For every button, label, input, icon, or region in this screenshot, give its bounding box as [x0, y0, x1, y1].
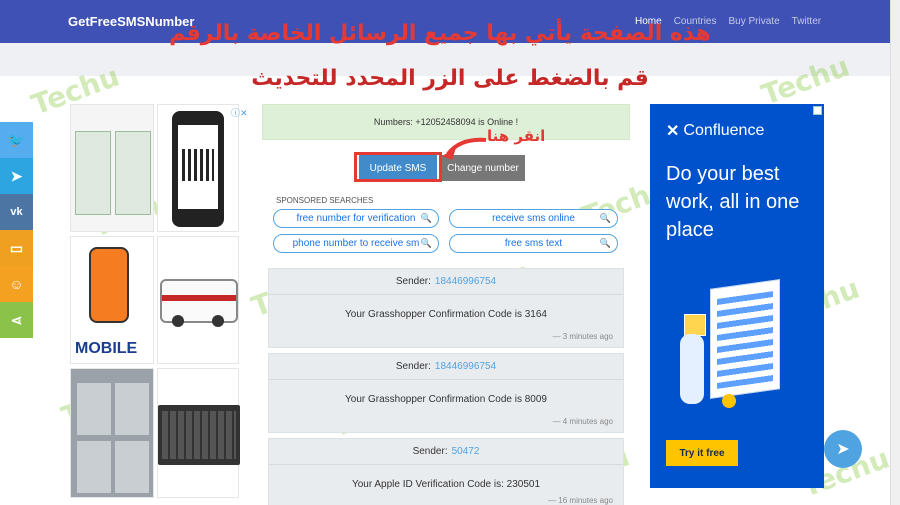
sponsored-label: SPONSORED SEARCHES [276, 196, 374, 205]
app-screenshot-image [77, 383, 111, 435]
sms-sender: Sender: 50472 [269, 439, 623, 465]
click-here-annotation: انقر هنا [487, 127, 546, 145]
sponsored-search-chip[interactable]: free number for verification 🔍 [273, 209, 439, 228]
nav-twitter[interactable]: Twitter [792, 16, 821, 27]
sms-message-card: Sender: 18446996754 Your Grasshopper Conf… [268, 353, 624, 433]
sponsored-search-chip[interactable]: receive sms online 🔍 [449, 209, 618, 228]
social-share-bar: 🐦 ➤ vk ▭ ☺ ⋖ [0, 122, 33, 338]
phone-image [172, 111, 224, 227]
scrollbar[interactable] [890, 0, 900, 505]
mobile-label: MOBILE [75, 340, 138, 357]
instruction-caption-1: هذه الصفحة يأتي بها جميع الرسائل الخاصة … [169, 21, 711, 46]
sms-text: Your Grasshopper Confirmation Code is 31… [345, 309, 547, 320]
telegram-icon: ➤ [10, 167, 23, 184]
sms-timestamp: — 4 minutes ago [552, 417, 613, 426]
image-tile[interactable]: MOBILE [70, 236, 154, 364]
search-icon: 🔍 [599, 213, 611, 223]
image-tile[interactable] [157, 368, 240, 498]
share-button[interactable]: ⋖ [0, 302, 33, 338]
sms-message-card: Sender: 50472 Your Apple ID Verification … [268, 438, 624, 505]
search-icon: 🔍 [599, 238, 611, 248]
cartoon-phone-image [89, 247, 129, 323]
image-tile[interactable] [157, 236, 239, 364]
chip-label: receive sms online [492, 213, 575, 224]
app-screenshot-image [115, 383, 149, 435]
sponsored-search-chip[interactable]: phone number to receive sm 🔍 [273, 234, 439, 253]
image-tile[interactable] [70, 368, 154, 498]
highlight-box [354, 152, 442, 182]
confluence-ad[interactable]: ✕ Confluence Do your best work, all in on… [650, 104, 824, 488]
try-it-free-button[interactable]: Try it free [666, 440, 738, 466]
image-tile[interactable] [157, 104, 239, 232]
phone-screenshot-image [115, 131, 151, 215]
sms-text: Your Apple ID Verification Code is: 2305… [351, 479, 541, 490]
sms-timestamp: — 16 minutes ago [548, 496, 613, 505]
chip-label: free number for verification [296, 213, 416, 224]
share-icon: ⋖ [10, 311, 23, 328]
chip-label: free sms text [504, 238, 563, 249]
image-tile[interactable] [70, 104, 154, 232]
ad-brand-label: Confluence [683, 122, 765, 139]
vk-icon: vk [10, 206, 23, 218]
ad-choices-icon[interactable]: ⓘ✕ [231, 106, 248, 119]
sponsored-searches: SPONSORED SEARCHES free number for verif… [268, 193, 624, 261]
arrow-icon [442, 137, 487, 160]
telegram-share-button[interactable]: ➤ [0, 158, 33, 194]
sms-timestamp: — 3 minutes ago [552, 332, 613, 341]
ad-illustration [680, 274, 800, 424]
blogger-share-button[interactable]: ▭ [0, 230, 33, 266]
vk-share-button[interactable]: vk [0, 194, 33, 230]
sender-label: Sender: [395, 361, 431, 372]
sender-number-link[interactable]: 18446996754 [435, 276, 496, 287]
camper-van-image [160, 279, 238, 327]
ad-brand: ✕ Confluence [666, 121, 764, 141]
ad-headline: Do your best work, all in one place [666, 163, 800, 241]
search-icon: 🔍 [420, 213, 432, 223]
telegram-float-button[interactable]: ➤ [824, 430, 862, 468]
instruction-caption-2: قم بالضغط على الزر المحدد للتحديث [251, 66, 649, 91]
sender-number-link[interactable]: 50472 [452, 446, 480, 457]
twitter-share-button[interactable]: 🐦 [0, 122, 33, 158]
sponsored-search-chip[interactable]: free sms text 🔍 [449, 234, 618, 253]
search-icon: 🔍 [420, 238, 432, 248]
phone-screenshot-image [75, 131, 111, 215]
chip-label: phone number to receive sm [292, 238, 420, 249]
app-screenshot-image [115, 441, 149, 493]
sms-sender: Sender: 18446996754 [269, 269, 623, 295]
sender-label: Sender: [395, 276, 431, 287]
keyboard-image [158, 405, 240, 465]
sms-text: Your Grasshopper Confirmation Code is 80… [345, 394, 547, 405]
blogger-icon: ▭ [9, 239, 24, 256]
twitter-icon: 🐦 [7, 131, 26, 148]
sender-number-link[interactable]: 18446996754 [435, 361, 496, 372]
app-screenshot-image [77, 441, 111, 493]
confluence-logo-icon: ✕ [666, 123, 680, 140]
ad-choices-icon[interactable] [813, 106, 822, 115]
qr-code-image [182, 149, 214, 181]
odnoklassniki-share-button[interactable]: ☺ [0, 266, 33, 302]
sms-sender: Sender: 18446996754 [269, 354, 623, 380]
sms-message-card: Sender: 18446996754 Your Grasshopper Conf… [268, 268, 624, 348]
telegram-icon: ➤ [836, 441, 850, 458]
sender-label: Sender: [412, 446, 448, 457]
odnoklassniki-icon: ☺ [9, 276, 24, 292]
